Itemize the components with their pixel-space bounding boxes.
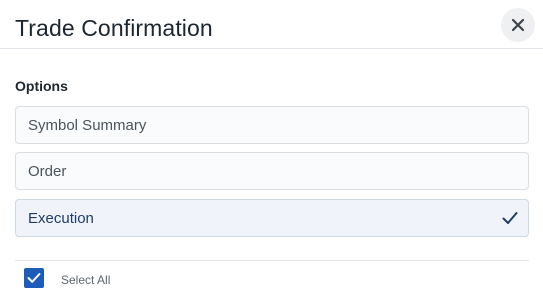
select-all-checkbox[interactable] <box>24 268 44 288</box>
options-section-label: Options <box>15 78 68 94</box>
option-label: Symbol Summary <box>28 117 147 134</box>
checkmark-icon <box>27 273 41 283</box>
option-order[interactable]: Order <box>15 152 529 190</box>
dialog-title: Trade Confirmation <box>15 15 213 41</box>
option-label: Execution <box>28 210 94 227</box>
option-symbol-summary[interactable]: Symbol Summary <box>15 106 529 144</box>
divider <box>15 260 529 261</box>
close-icon <box>511 18 525 32</box>
checkmark-icon <box>502 212 518 224</box>
close-button[interactable] <box>501 8 535 42</box>
dialog-header: Trade Confirmation <box>0 0 543 49</box>
trade-confirmation-dialog: Trade Confirmation Options Symbol Summar… <box>0 0 543 294</box>
option-execution[interactable]: Execution <box>15 199 529 237</box>
select-all-label[interactable]: Select All <box>61 273 110 287</box>
option-label: Order <box>28 163 67 180</box>
